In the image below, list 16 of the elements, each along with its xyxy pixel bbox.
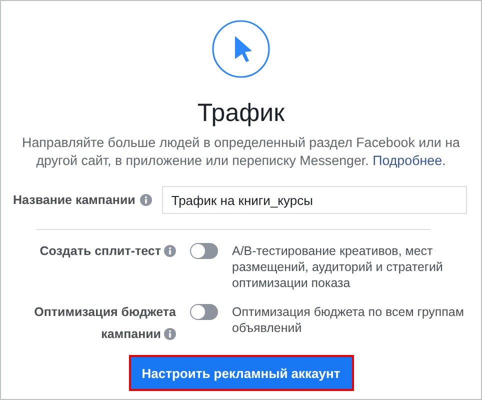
info-icon[interactable] — [164, 328, 176, 340]
option-description: A/B-тестирование креативов, мест размещений, аудиторий и стратегий оптимизации показа — [232, 243, 444, 291]
page-title: Трафик — [197, 98, 285, 128]
setup-account-button[interactable]: Настроить рекламный аккаунт — [130, 357, 352, 389]
info-icon[interactable] — [164, 245, 176, 257]
learn-more-link[interactable]: Подробнее. — [372, 153, 446, 168]
option-label: Создать сплит-тест — [1, 240, 176, 291]
toggle-switch[interactable] — [190, 243, 218, 259]
option-label: Оптимизация бюджета кампании — [33, 304, 176, 343]
field-label: Название кампании — [13, 193, 136, 207]
campaign-name-field[interactable]: Трафик на книги_курсы — [162, 186, 467, 214]
info-icon[interactable] — [140, 194, 152, 206]
description-text: Направляйте больше людей в определенный раздел Facebook или на другой сайт, в приложение или переписку Messenger. Подробнее. — [21, 134, 461, 170]
option-description: Оптимизация бюджета по всем группам объявлений — [232, 304, 465, 337]
cursor-icon — [212, 20, 270, 78]
toggle-switch[interactable] — [190, 304, 218, 320]
